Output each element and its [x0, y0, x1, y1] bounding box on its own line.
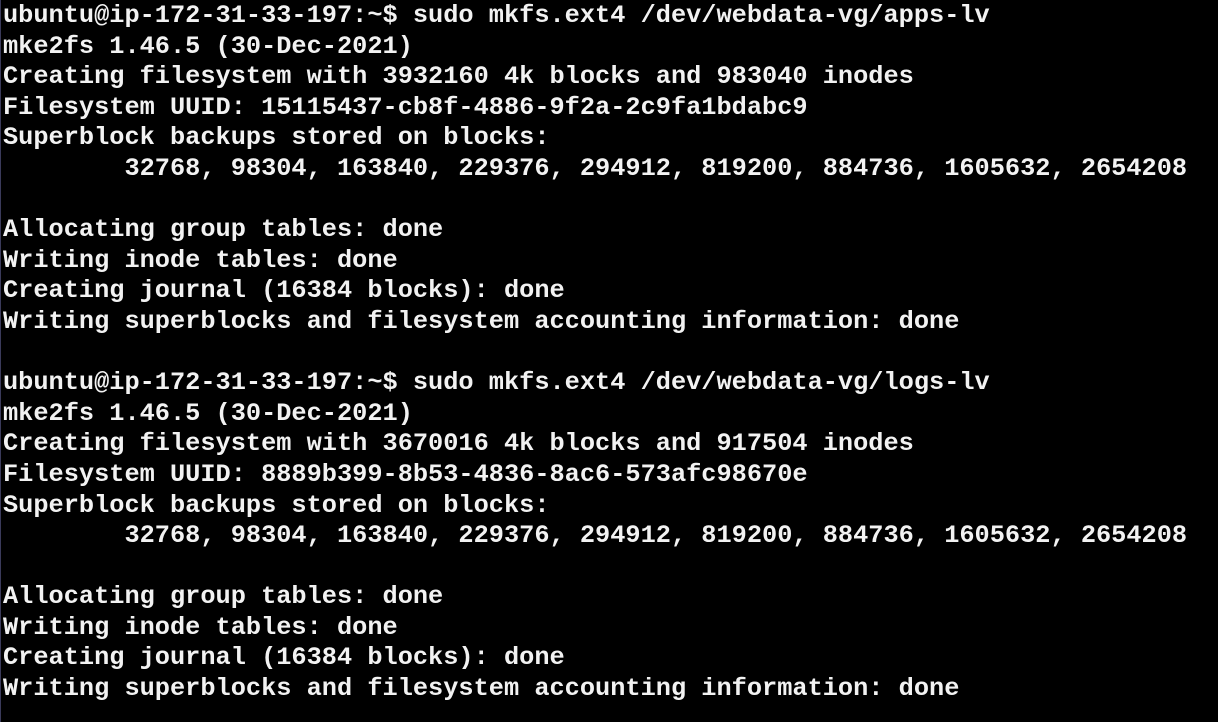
output-line: Writing inode tables: done: [3, 612, 398, 642]
prompt-command-line: ubuntu@ip-172-31-33-197:~$ sudo mkfs.ext…: [3, 368, 990, 398]
output-line: Creating filesystem with 3932160 4k bloc…: [3, 62, 914, 92]
output-line: Allocating group tables: done: [3, 215, 444, 245]
prompt-command-line: ubuntu@ip-172-31-33-197:~$ sudo mkfs.ext…: [3, 1, 990, 30]
output-line: Creating filesystem with 3670016 4k bloc…: [3, 429, 914, 459]
output-line: mke2fs 1.46.5 (30-Dec-2021): [3, 31, 413, 61]
output-line: Creating journal (16384 blocks): done: [3, 643, 565, 673]
output-line: Filesystem UUID: 8889b399-8b53-4836-8ac6…: [3, 459, 808, 489]
output-line: mke2fs 1.46.5 (30-Dec-2021): [3, 398, 413, 428]
terminal-window[interactable]: ubuntu@ip-172-31-33-197:~$ sudo mkfs.ext…: [0, 0, 1218, 722]
output-line: 32768, 98304, 163840, 229376, 294912, 81…: [3, 153, 1188, 183]
output-line: Creating journal (16384 blocks): done: [3, 276, 565, 306]
output-line: Superblock backups stored on blocks:: [3, 123, 550, 153]
output-line: Superblock backups stored on blocks:: [3, 490, 550, 520]
output-line: Writing superblocks and filesystem accou…: [3, 674, 960, 704]
output-line: Writing inode tables: done: [3, 245, 398, 275]
output-line: Writing superblocks and filesystem accou…: [3, 306, 960, 336]
output-line: 32768, 98304, 163840, 229376, 294912, 81…: [3, 521, 1188, 551]
output-line: Allocating group tables: done: [3, 582, 444, 612]
output-line: Filesystem UUID: 15115437-cb8f-4886-9f2a…: [3, 92, 808, 122]
